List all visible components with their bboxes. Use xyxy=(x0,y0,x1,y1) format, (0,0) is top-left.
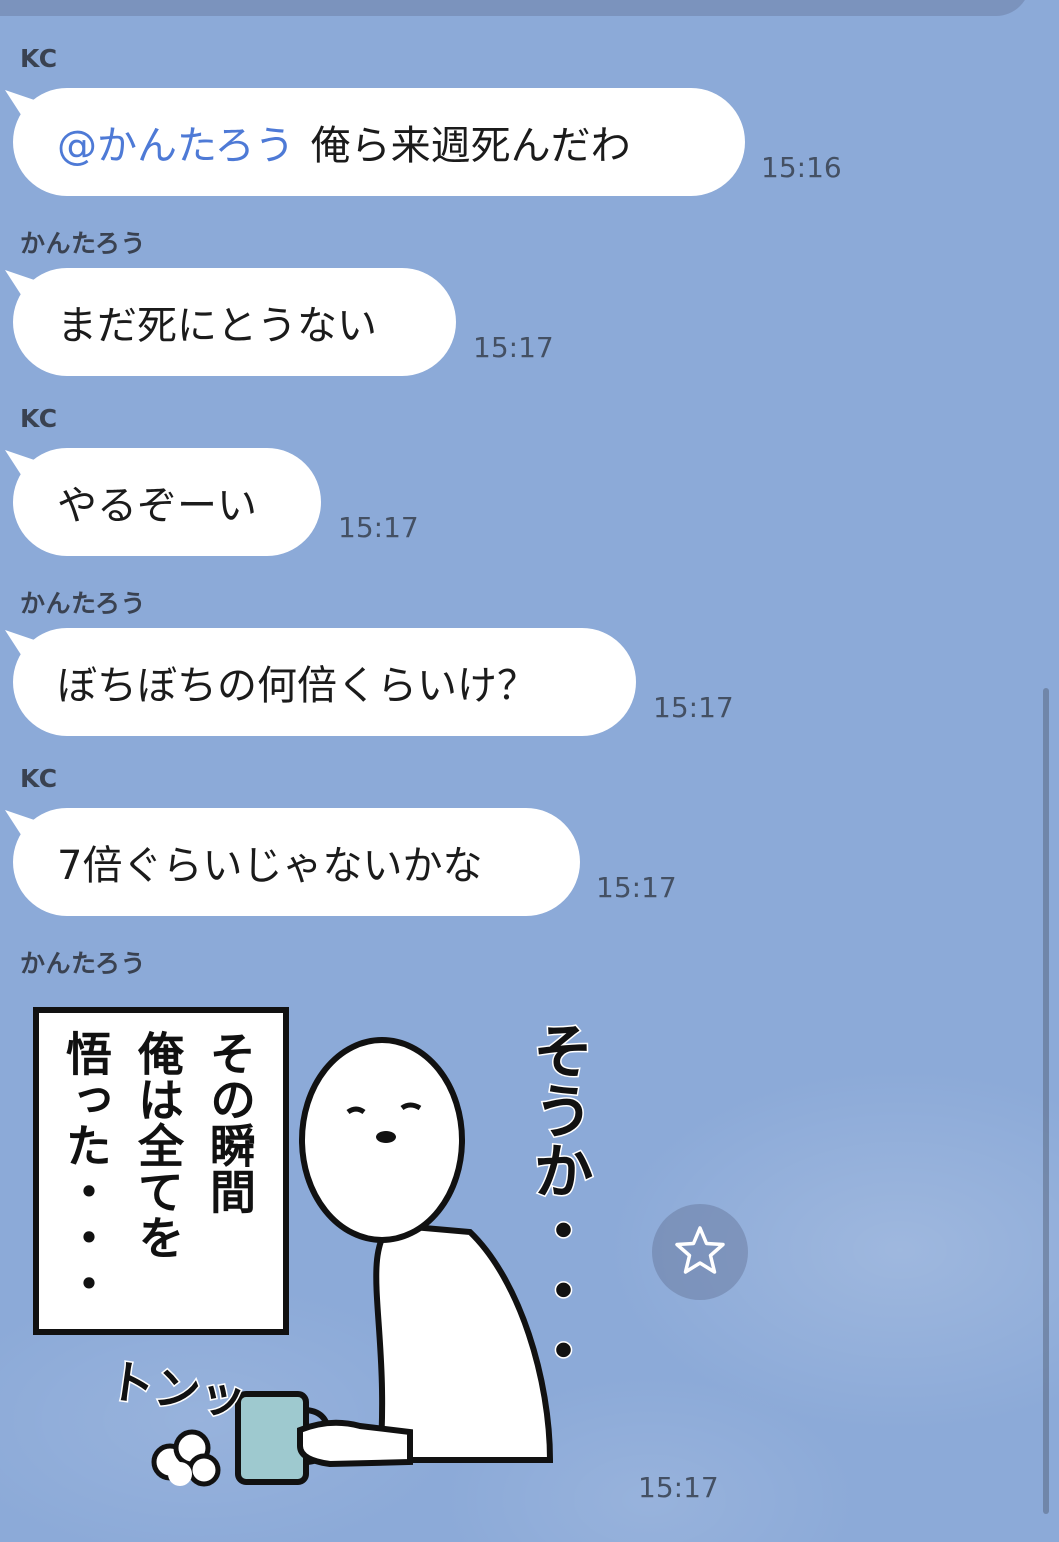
sticker-box-line-1: その瞬間 xyxy=(203,1030,257,1214)
message-text: 7倍ぐらいじゃないかな xyxy=(57,843,483,889)
previous-message-edge xyxy=(0,0,1030,16)
mention-link[interactable]: @かんたろう xyxy=(57,113,295,171)
sticker-sound-text: トンッ xyxy=(105,1353,249,1426)
message-time: 15:17 xyxy=(638,1471,719,1504)
message-time: 15:17 xyxy=(596,871,677,904)
message-text: やるぞーい xyxy=(57,483,257,529)
message-text: 俺ら来週死んだわ xyxy=(310,123,631,169)
message-bubble[interactable]: 7倍ぐらいじゃないかな xyxy=(13,808,580,916)
sticker-image[interactable]: その瞬間 俺は全てを 悟った・・・ そうか・・・ トンッ xyxy=(30,1000,610,1500)
character-eye xyxy=(346,1106,366,1115)
message-time: 15:17 xyxy=(338,511,419,544)
favorite-sticker-button[interactable] xyxy=(652,1204,748,1300)
message-text: まだ死にとうない xyxy=(57,303,377,349)
message-time: 15:16 xyxy=(761,151,842,184)
sender-name: KC xyxy=(20,404,58,433)
dust-puff xyxy=(151,1429,221,1487)
sticker-side-text: そうか・・・ xyxy=(523,1020,593,1380)
message-time: 15:17 xyxy=(653,691,734,724)
mug xyxy=(235,1391,309,1485)
message-time: 15:17 xyxy=(473,331,554,364)
message-bubble[interactable]: ぼちぼちの何倍くらいけ？ xyxy=(13,628,636,736)
sender-name: KC xyxy=(20,764,58,793)
star-icon xyxy=(674,1224,726,1280)
character-hand xyxy=(297,1419,413,1468)
sender-name: かんたろう xyxy=(20,949,147,978)
character-mouth xyxy=(376,1131,396,1143)
message-bubble[interactable]: @かんたろう 俺ら来週死んだわ xyxy=(13,88,745,196)
message-text: ぼちぼちの何倍くらいけ？ xyxy=(57,663,537,709)
sender-name: KC xyxy=(20,44,58,73)
sender-name: かんたろう xyxy=(20,589,147,618)
message-bubble[interactable]: まだ死にとうない xyxy=(13,268,456,376)
sender-name: かんたろう xyxy=(20,229,147,258)
sticker-box-line-3: 悟った・・・ xyxy=(59,1030,113,1306)
message-bubble[interactable]: やるぞーい xyxy=(13,448,321,556)
scrollbar[interactable] xyxy=(1043,688,1049,1514)
sticker-box-line-2: 俺は全てを xyxy=(131,1030,185,1260)
